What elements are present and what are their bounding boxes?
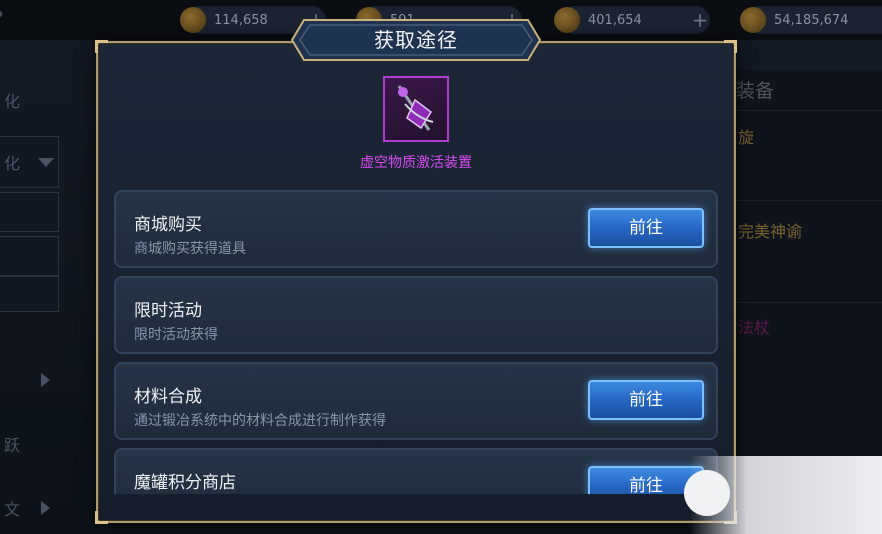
gold-coin-icon — [740, 7, 766, 33]
equipment-item-3[interactable]: 法杖 — [738, 314, 770, 338]
frame-corner — [724, 40, 737, 53]
source-description: 限时活动获得 — [134, 327, 218, 343]
divider — [736, 200, 882, 201]
chevron-right-icon — [41, 501, 50, 515]
divider — [736, 110, 882, 111]
left-tab-2[interactable]: 化 — [0, 136, 59, 188]
source-title: 魔罐积分商店 — [134, 473, 236, 493]
source-title: 材料合成 — [134, 387, 202, 407]
go-button-crafting[interactable]: 前往 — [588, 380, 704, 420]
source-title: 商城购买 — [134, 215, 202, 235]
left-tab-7[interactable]: 跃 — [0, 424, 58, 464]
frame-corner — [95, 511, 108, 524]
equipment-item-1[interactable]: 旋 — [738, 124, 754, 148]
source-list[interactable]: 商城购买 商城购买获得道具 前往 限时活动 限时活动获得 材料合成 通过锻冶系统… — [108, 184, 724, 494]
chevron-down-icon — [38, 157, 54, 167]
left-tab-5[interactable] — [0, 276, 59, 312]
source-row-shop: 商城购买 商城购买获得道具 前往 — [114, 190, 718, 268]
chevron-right-icon — [41, 373, 50, 387]
scroll-icon — [180, 7, 206, 33]
source-row-crafting: 材料合成 通过锻冶系统中的材料合成进行制作获得 前往 — [114, 362, 718, 440]
go-button-shop[interactable]: 前往 — [588, 208, 704, 248]
coin-icon — [554, 7, 580, 33]
left-tab-3[interactable] — [0, 192, 59, 232]
watermark-logo — [684, 470, 730, 516]
help-button[interactable]: ? — [0, 8, 14, 32]
resource-value: 401,654 — [588, 12, 642, 28]
left-tab-1[interactable]: 化 — [0, 82, 58, 118]
frame-corner — [95, 40, 108, 53]
source-description: 通过锻冶系统中的材料合成进行制作获得 — [134, 413, 386, 429]
left-tab-4[interactable] — [0, 236, 59, 276]
item-name: 虚空物质激活装置 — [360, 155, 472, 171]
source-description: 商城购买获得道具 — [134, 241, 246, 257]
dialog-title: 获取途径 — [374, 28, 458, 52]
void-device-icon — [397, 85, 434, 131]
item-slot[interactable] — [383, 76, 449, 142]
source-row-points-shop: 魔罐积分商店 前往 — [114, 448, 718, 494]
source-title: 限时活动 — [134, 301, 202, 321]
divider — [736, 302, 882, 303]
left-tab-6[interactable] — [0, 360, 58, 400]
add-resource-button[interactable]: + — [690, 10, 710, 30]
resource-value: 54,185,674 — [774, 12, 849, 28]
source-row-event: 限时活动 限时活动获得 — [114, 276, 718, 354]
equipment-item-2[interactable]: 完美神谕 — [738, 218, 802, 242]
equipment-panel — [736, 70, 882, 460]
resource-3: 401,654 + — [554, 6, 710, 34]
left-tab-8[interactable]: 文 — [0, 488, 58, 528]
equipment-panel-title: 装备 — [736, 80, 775, 102]
resource-4: 54,185,674 — [740, 6, 882, 34]
